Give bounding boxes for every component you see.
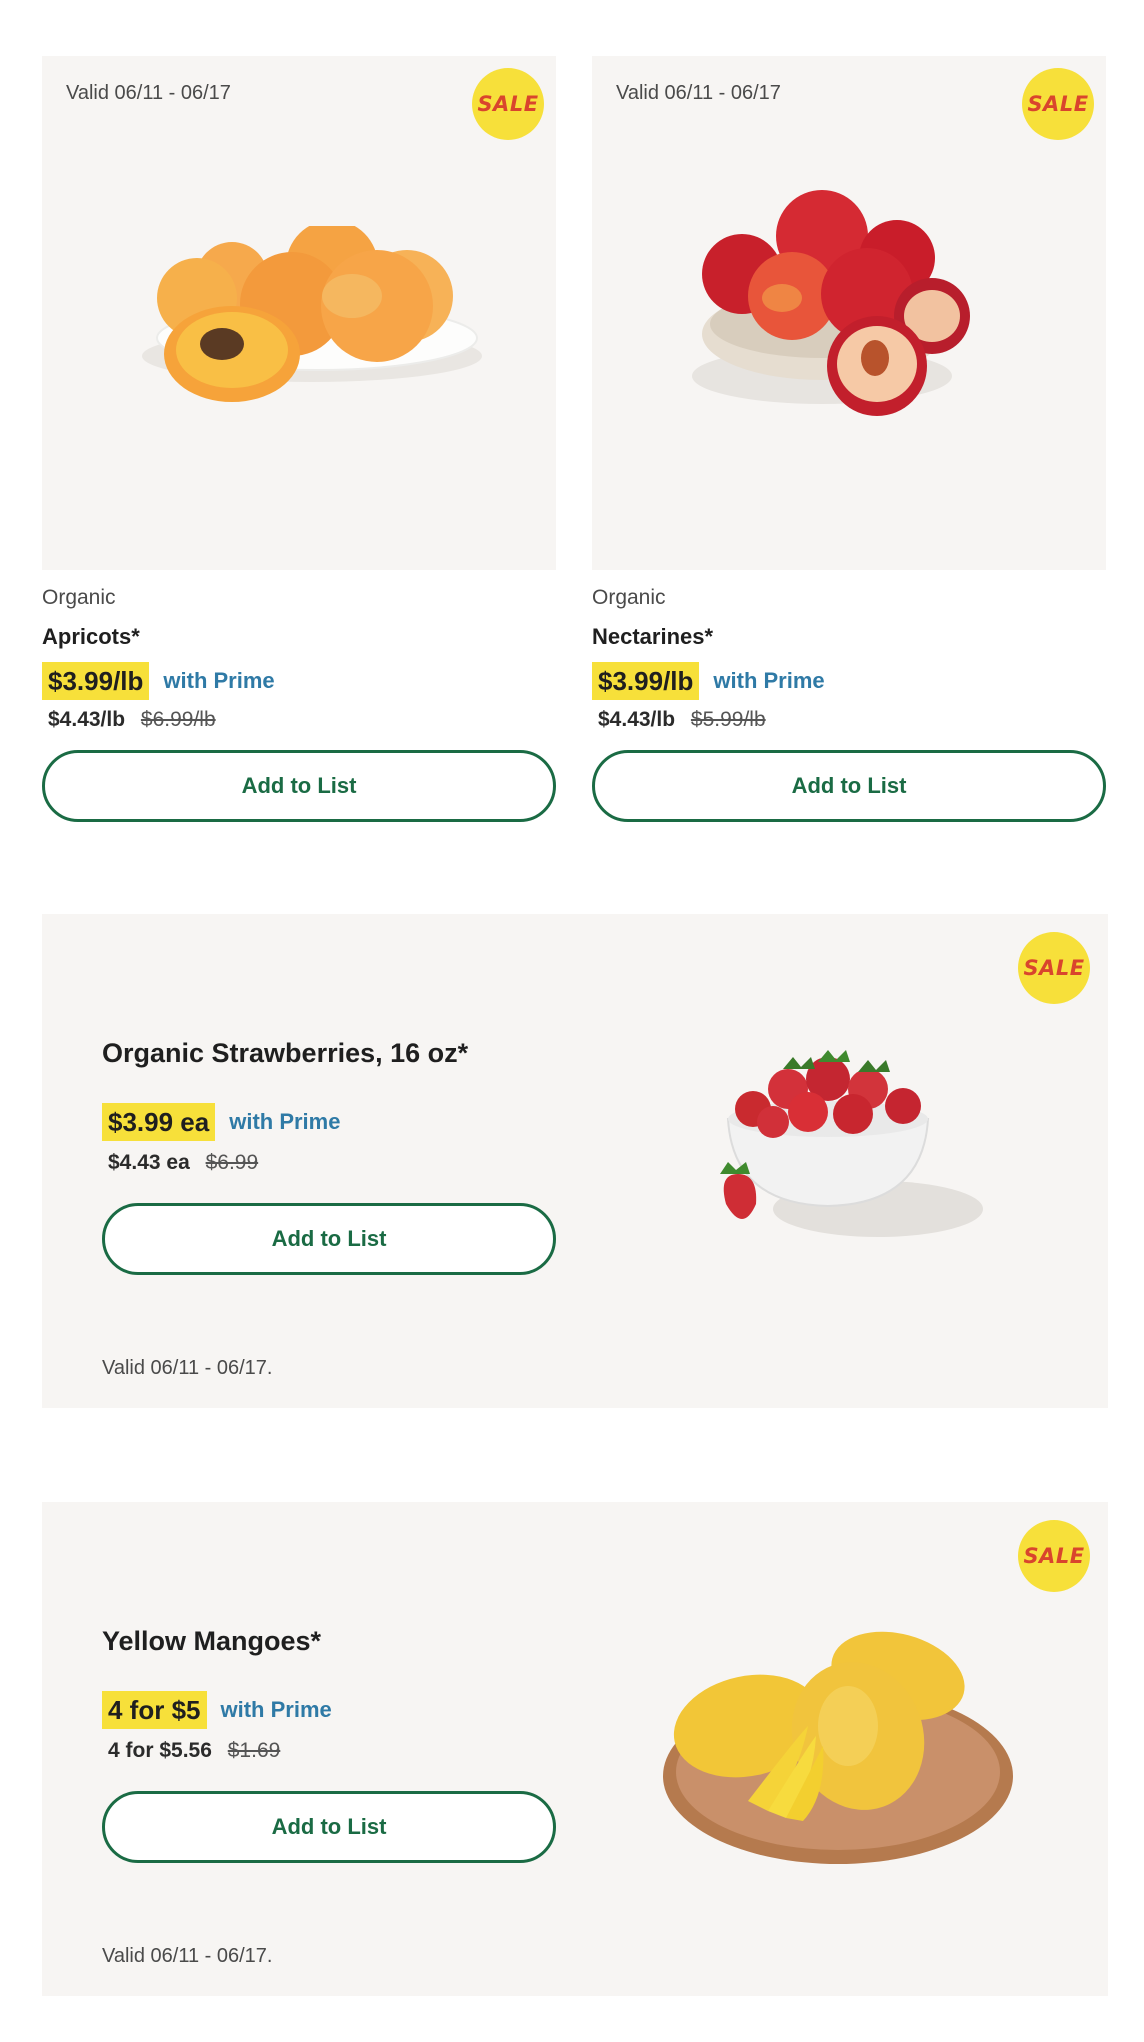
sale-badge: SALE <box>472 68 544 140</box>
prime-price-row: $3.99/lb with Prime <box>42 662 556 700</box>
apricots-image <box>142 226 482 402</box>
regular-price: $4.43 ea <box>108 1151 190 1174</box>
featured-card-mangoes[interactable]: SALE Yellow Mangoes* 4 for $5 with Prime… <box>42 1502 1108 1996</box>
product-card-apricots[interactable]: Valid 06/11 - 06/17 SALE Organic Apricot… <box>42 56 556 822</box>
product-name[interactable]: Yellow Mangoes* <box>102 1626 556 1657</box>
product-image-apricots[interactable]: Valid 06/11 - 06/17 SALE <box>42 56 556 570</box>
with-prime-label: with Prime <box>229 1109 341 1134</box>
sale-badge: SALE <box>1022 68 1094 140</box>
featured-info: Yellow Mangoes* 4 for $5 with Prime 4 fo… <box>102 1626 556 1863</box>
product-image-nectarines[interactable]: Valid 06/11 - 06/17 SALE <box>592 56 1106 570</box>
original-price: $1.69 <box>227 1739 281 1762</box>
prime-price: $3.99/lb <box>42 662 150 700</box>
original-price: $6.99 <box>205 1151 259 1174</box>
add-to-list-button[interactable]: Add to List <box>102 1791 556 1863</box>
valid-dates: Valid 06/11 - 06/17 <box>616 82 781 104</box>
strawberries-image[interactable] <box>698 1034 988 1264</box>
product-brand: Organic <box>42 586 116 609</box>
regular-price: $4.43/lb <box>48 708 126 731</box>
mangoes-image[interactable] <box>658 1626 1018 1876</box>
prime-price-row: $3.99 ea with Prime <box>102 1103 556 1141</box>
regular-price-row: $4.43/lb $6.99/lb <box>48 708 556 732</box>
add-to-list-button[interactable]: Add to List <box>102 1203 556 1275</box>
valid-dates: Valid 06/11 - 06/17. <box>102 1357 273 1379</box>
regular-price-row: $4.43/lb $5.99/lb <box>598 708 1106 732</box>
sale-badge: SALE <box>1018 932 1090 1004</box>
with-prime-label: with Prime <box>163 668 275 693</box>
nectarines-image <box>692 190 970 416</box>
prime-price-row: $3.99/lb with Prime <box>592 662 1106 700</box>
regular-price-row: 4 for $5.56 $1.69 <box>108 1739 556 1763</box>
add-to-list-button[interactable]: Add to List <box>592 750 1106 822</box>
product-brand: Organic <box>592 586 666 609</box>
featured-card-strawberries[interactable]: SALE Organic Strawberries, 16 oz* $3.99 … <box>42 914 1108 1408</box>
product-name[interactable]: Organic Strawberries, 16 oz* <box>102 1038 556 1069</box>
original-price: $5.99/lb <box>690 708 766 731</box>
product-name[interactable]: Apricots* <box>42 624 556 650</box>
weekly-sales-page: Valid 06/11 - 06/17 SALE Organic Apricot… <box>0 0 1144 2042</box>
regular-price: $4.43/lb <box>598 708 676 731</box>
with-prime-label: with Prime <box>220 1697 332 1722</box>
add-to-list-button[interactable]: Add to List <box>42 750 556 822</box>
sale-badge: SALE <box>1018 1520 1090 1592</box>
with-prime-label: with Prime <box>713 668 825 693</box>
product-card-nectarines[interactable]: Valid 06/11 - 06/17 SALE Organic Nectari… <box>592 56 1106 822</box>
prime-price: $3.99/lb <box>592 662 700 700</box>
featured-info: Organic Strawberries, 16 oz* $3.99 ea wi… <box>102 1038 556 1275</box>
original-price: $6.99/lb <box>140 708 216 731</box>
prime-price: $3.99 ea <box>102 1103 216 1141</box>
prime-price-row: 4 for $5 with Prime <box>102 1691 556 1729</box>
valid-dates: Valid 06/11 - 06/17. <box>102 1945 273 1967</box>
product-name[interactable]: Nectarines* <box>592 624 1106 650</box>
prime-price: 4 for $5 <box>102 1691 207 1729</box>
regular-price-row: $4.43 ea $6.99 <box>108 1151 556 1175</box>
regular-price: 4 for $5.56 <box>108 1739 212 1762</box>
valid-dates: Valid 06/11 - 06/17 <box>66 82 231 104</box>
